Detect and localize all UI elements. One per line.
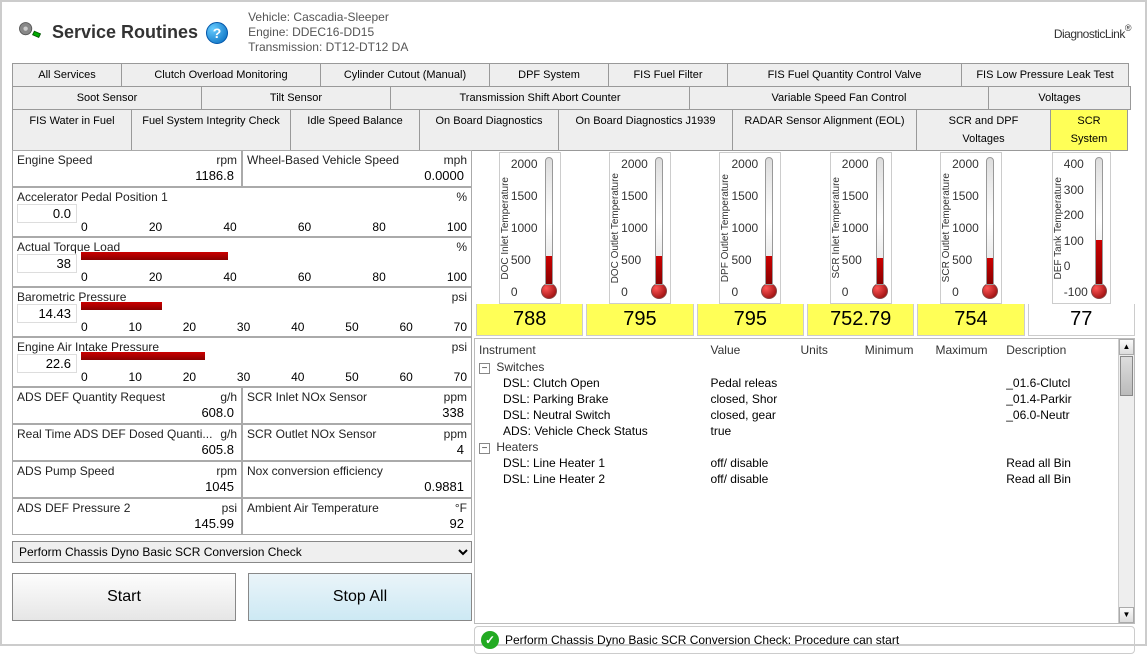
- param-torque: Actual Torque Load% 38 020406080100: [12, 237, 472, 287]
- right-panel: DOC Inlet Temperature2000150010005000788…: [474, 150, 1135, 654]
- procedure-select[interactable]: Perform Chassis Dyno Basic SCR Conversio…: [12, 541, 472, 563]
- param-baro: Barometric Pressurepsi 14.43 01020304050…: [12, 287, 472, 337]
- gauge-5: DEF Tank Temperature4003002001000-10077: [1028, 152, 1135, 336]
- tab-fuel-system-integrity-check[interactable]: Fuel System Integrity Check: [131, 109, 291, 151]
- param-scr-in-nox: SCR Inlet NOx Sensorppm338: [242, 387, 472, 424]
- tab-fis-water-in-fuel[interactable]: FIS Water in Fuel: [12, 109, 132, 151]
- gauge-label: DEF Tank Temperature: [1053, 175, 1064, 281]
- param-engine-speed: Engine Speedrpm 1186.8: [12, 150, 242, 187]
- tab-fis-low-pressure-leak-test[interactable]: FIS Low Pressure Leak Test: [961, 63, 1129, 87]
- gauge-0: DOC Inlet Temperature2000150010005000788: [476, 152, 583, 336]
- param-air: Engine Air Intake Pressurepsi 22.6 01020…: [12, 337, 472, 387]
- tab-scr-and-dpf-voltages[interactable]: SCR and DPF Voltages: [916, 109, 1051, 151]
- gauge-value: 795: [697, 304, 804, 336]
- gauge-label: SCR Outlet Temperature: [941, 171, 952, 284]
- gauge-value: 788: [476, 304, 583, 336]
- check-icon: ✓: [481, 631, 499, 649]
- tab-fis-fuel-filter[interactable]: FIS Fuel Filter: [608, 63, 728, 87]
- gauge-value: 752.79: [807, 304, 914, 336]
- help-icon[interactable]: ?: [206, 22, 228, 44]
- header: Service Routines ? Vehicle: Cascadia-Sle…: [2, 2, 1145, 63]
- gauge-1: DOC Outlet Temperature200015001000500079…: [586, 152, 693, 336]
- table-row[interactable]: DSL: Line Heater 1off/ disableRead all B…: [475, 455, 1118, 471]
- start-button[interactable]: Start: [12, 573, 236, 621]
- page-title: Service Routines: [52, 22, 198, 43]
- param-wheel-speed: Wheel-Based Vehicle Speedmph 0.0000: [242, 150, 472, 187]
- param-def-qty-req: ADS DEF Quantity Requestg/h608.0: [12, 387, 242, 424]
- tabs-row-1: All ServicesClutch Overload MonitoringCy…: [2, 63, 1145, 86]
- gauge-3: SCR Inlet Temperature2000150010005000752…: [807, 152, 914, 336]
- param-accel: Accelerator Pedal Position 1% 0.0 020406…: [12, 187, 472, 237]
- gauges-row: DOC Inlet Temperature2000150010005000788…: [474, 150, 1135, 338]
- vehicle-info: Vehicle: Cascadia-Sleeper Engine: DDEC16…: [248, 10, 408, 55]
- tab-tilt-sensor[interactable]: Tilt Sensor: [201, 86, 391, 110]
- tab-cylinder-cutout-manual-[interactable]: Cylinder Cutout (Manual): [320, 63, 490, 87]
- gauge-value: 754: [917, 304, 1024, 336]
- status-bar: ✓ Perform Chassis Dyno Basic SCR Convers…: [474, 626, 1135, 654]
- group-row[interactable]: − Switches: [475, 359, 1118, 375]
- tabs-row-3: FIS Water in FuelFuel System Integrity C…: [2, 109, 1145, 150]
- param-amb-temp: Ambient Air Temperature°F92: [242, 498, 472, 535]
- gauge-label: SCR Inlet Temperature: [831, 175, 842, 281]
- table-row[interactable]: ADS: Vehicle Check Statustrue: [475, 423, 1118, 439]
- tab-on-board-diagnostics-j1939[interactable]: On Board Diagnostics J1939: [558, 109, 733, 151]
- brand-logo: DiagnosticLink®: [1054, 22, 1131, 43]
- table-row[interactable]: DSL: Clutch OpenPedal releas_01.6-Clutcl: [475, 375, 1118, 391]
- gauge-value: 77: [1028, 304, 1135, 336]
- param-def-dosed: Real Time ADS DEF Dosed Quanti...g/h605.…: [12, 424, 242, 461]
- gear-icon: [16, 19, 44, 47]
- param-pump: ADS Pump Speedrpm1045: [12, 461, 242, 498]
- param-def-press: ADS DEF Pressure 2psi145.99: [12, 498, 242, 535]
- status-text: Perform Chassis Dyno Basic SCR Conversio…: [505, 633, 899, 647]
- scroll-up-icon[interactable]: ▲: [1119, 339, 1134, 355]
- param-nox-eff: Nox conversion efficiency0.9881: [242, 461, 472, 498]
- tab-voltages[interactable]: Voltages: [988, 86, 1131, 110]
- scroll-thumb[interactable]: [1120, 356, 1133, 396]
- tab-soot-sensor[interactable]: Soot Sensor: [12, 86, 202, 110]
- collapse-icon[interactable]: −: [479, 363, 490, 374]
- gauge-2: DPF Outlet Temperature200015001000500079…: [697, 152, 804, 336]
- tab-all-services[interactable]: All Services: [12, 63, 122, 87]
- tab-on-board-diagnostics[interactable]: On Board Diagnostics: [419, 109, 559, 151]
- stop-all-button[interactable]: Stop All: [248, 573, 472, 621]
- grid-scrollbar[interactable]: ▲ ▼: [1118, 339, 1134, 623]
- group-row[interactable]: − Heaters: [475, 439, 1118, 455]
- instrument-grid: InstrumentValueUnitsMinimumMaximumDescri…: [475, 341, 1118, 623]
- gauge-value: 795: [586, 304, 693, 336]
- tab-variable-speed-fan-control[interactable]: Variable Speed Fan Control: [689, 86, 989, 110]
- gauge-label: DOC Inlet Temperature: [500, 175, 511, 282]
- gauge-4: SCR Outlet Temperature200015001000500075…: [917, 152, 1024, 336]
- collapse-icon[interactable]: −: [479, 443, 490, 454]
- tab-fis-fuel-quantity-control-valve[interactable]: FIS Fuel Quantity Control Valve: [727, 63, 962, 87]
- gauge-label: DOC Outlet Temperature: [610, 171, 621, 285]
- param-scr-out-nox: SCR Outlet NOx Sensorppm4: [242, 424, 472, 461]
- tab-idle-speed-balance[interactable]: Idle Speed Balance: [290, 109, 420, 151]
- table-row[interactable]: DSL: Parking Brakeclosed, Shor_01.4-Park…: [475, 391, 1118, 407]
- tabs-row-2: Soot SensorTilt SensorTransmission Shift…: [2, 86, 1145, 109]
- tab-transmission-shift-abort-counter[interactable]: Transmission Shift Abort Counter: [390, 86, 690, 110]
- scroll-down-icon[interactable]: ▼: [1119, 607, 1134, 623]
- tab-clutch-overload-monitoring[interactable]: Clutch Overload Monitoring: [121, 63, 321, 87]
- table-row[interactable]: DSL: Neutral Switchclosed, gear_06.0-Neu…: [475, 407, 1118, 423]
- left-panel: Engine Speedrpm 1186.8 Wheel-Based Vehic…: [12, 150, 472, 654]
- tab-dpf-system[interactable]: DPF System: [489, 63, 609, 87]
- gauge-label: DPF Outlet Temperature: [720, 172, 731, 284]
- tab-scr-system[interactable]: SCR System: [1050, 109, 1128, 151]
- table-row[interactable]: DSL: Line Heater 2off/ disableRead all B…: [475, 471, 1118, 487]
- tab-radar-sensor-alignment-eol-[interactable]: RADAR Sensor Alignment (EOL): [732, 109, 917, 151]
